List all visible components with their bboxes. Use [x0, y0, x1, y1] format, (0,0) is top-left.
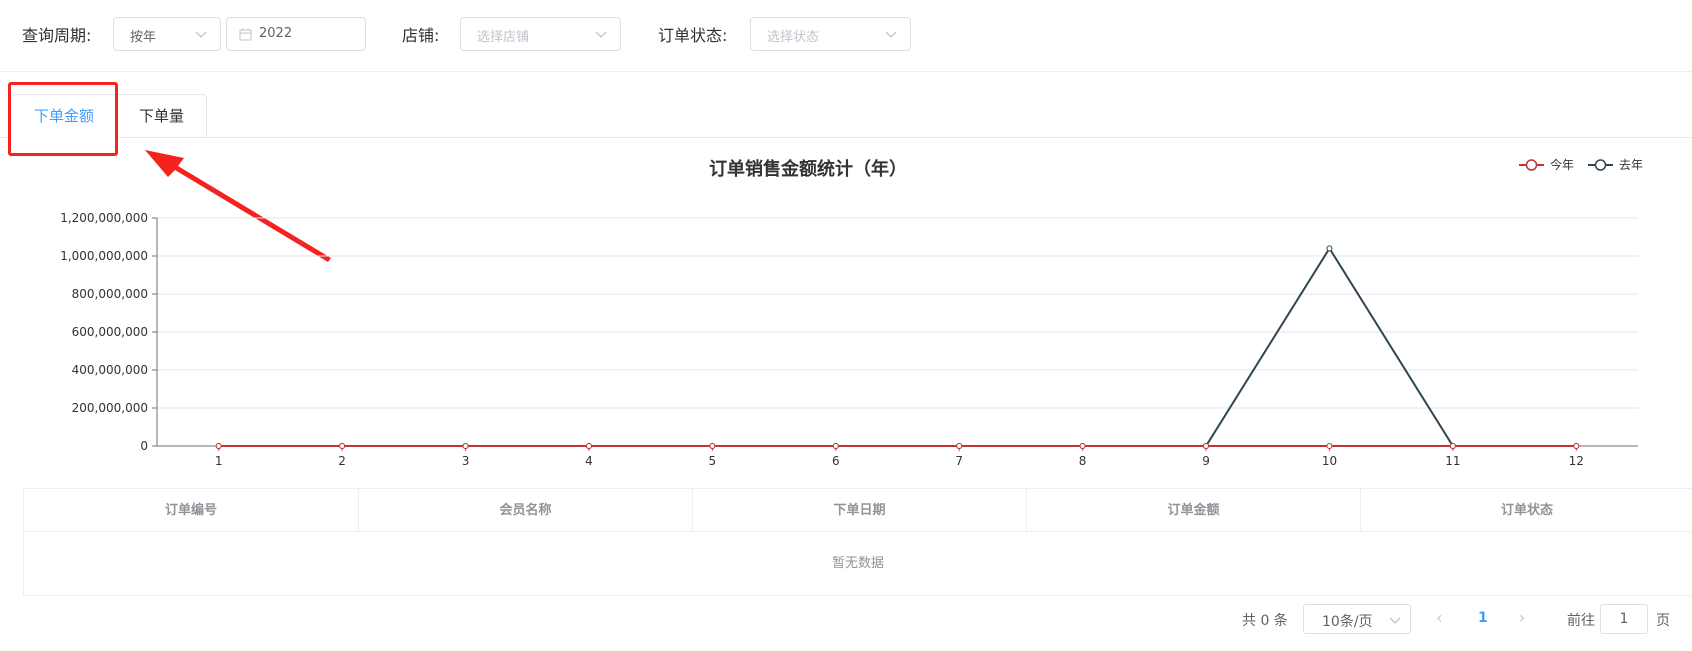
y-tick-label: 1,200,000,000 — [60, 211, 148, 225]
x-tick-label: 11 — [1445, 454, 1460, 468]
y-tick-label: 800,000,000 — [72, 287, 148, 301]
chart-series — [215, 245, 1580, 449]
store-label: 店铺: — [402, 26, 440, 45]
legend-marker — [1525, 159, 1538, 171]
data-point — [215, 443, 222, 449]
x-tick-label: 3 — [462, 454, 470, 468]
x-tick-label: 12 — [1569, 454, 1584, 468]
data-point — [339, 443, 346, 449]
store-select-placeholder: 选择店铺 — [477, 30, 530, 45]
orders-table: 订单编号 会员名称 下单日期 订单金额 订单状态 暂无数据 — [23, 488, 1692, 596]
data-point — [1079, 443, 1086, 449]
page-size-value: 10条/页 — [1322, 614, 1373, 630]
x-tick-label: 4 — [585, 454, 593, 468]
page-size-select[interactable]: 10条/页 — [1303, 604, 1411, 634]
x-tick-label: 8 — [1079, 454, 1087, 468]
x-tick-label: 10 — [1322, 454, 1337, 468]
column-header-order-no[interactable]: 订单编号 — [24, 489, 359, 532]
next-page-button[interactable]: › — [1519, 608, 1525, 638]
x-tick-label: 7 — [955, 454, 963, 468]
pagination-total: 共 0 条 — [1242, 613, 1288, 629]
store-select[interactable]: 选择店铺 — [460, 17, 621, 51]
table-empty-text: 暂无数据 — [831, 556, 884, 571]
data-point — [1326, 443, 1333, 449]
data-point — [1573, 443, 1580, 449]
x-tick-label: 2 — [338, 454, 346, 468]
x-tick-label: 9 — [1202, 454, 1210, 468]
column-header-order-status[interactable]: 订单状态 — [1361, 489, 1692, 532]
goto-page-input[interactable]: 1 — [1600, 604, 1648, 634]
x-tick-label: 5 — [709, 454, 717, 468]
data-point — [1203, 443, 1210, 449]
y-tick-label: 600,000,000 — [72, 325, 148, 339]
chevron-down-icon — [1389, 617, 1401, 624]
x-tick-label: 6 — [832, 454, 840, 468]
y-tick-label: 200,000,000 — [72, 401, 148, 415]
data-point — [585, 443, 592, 449]
y-tick-label: 1,000,000,000 — [60, 249, 148, 263]
goto-label: 前往 — [1567, 613, 1595, 629]
status-label: 订单状态: — [658, 26, 728, 45]
chart-svg: 订单销售金额统计（年） 今年 去年 0 200,000,000 400,000,000… — [60, 157, 1643, 468]
data-point — [832, 443, 839, 449]
chart-x-axis: 1 2 3 4 5 6 7 8 9 10 11 12 — [215, 446, 1584, 468]
chart-y-axis: 0 200,000,000 400,000,000 600,000,000 800,00… — [60, 211, 158, 453]
data-point — [1326, 245, 1333, 252]
y-tick-label: 400,000,000 — [72, 363, 148, 377]
column-header-order-date[interactable]: 下单日期 — [693, 489, 1027, 532]
data-point — [956, 443, 963, 449]
data-point — [709, 443, 716, 449]
column-header-order-amount[interactable]: 订单金额 — [1027, 489, 1361, 532]
legend-label: 今年 — [1550, 157, 1574, 172]
sales-amount-chart: 订单销售金额统计（年） 今年 去年 0 200,000,000 400,000,000… — [0, 150, 1692, 470]
x-tick-label: 1 — [215, 454, 223, 468]
data-point — [1449, 443, 1456, 449]
prev-page-button[interactable]: ‹ — [1436, 608, 1442, 638]
series-line — [218, 246, 1577, 447]
chart-title: 订单销售金额统计（年） — [709, 158, 907, 180]
page-number-current[interactable]: 1 — [1478, 610, 1488, 640]
chevron-down-icon — [885, 31, 897, 38]
chart-legend: 今年 去年 — [1519, 157, 1643, 172]
y-tick-label: 0 — [140, 439, 148, 453]
chevron-down-icon — [595, 31, 607, 38]
legend-label: 去年 — [1619, 158, 1643, 172]
legend-marker — [1594, 159, 1607, 171]
goto-suffix: 页 — [1656, 613, 1670, 629]
chart-grid — [157, 217, 1638, 447]
data-point — [462, 443, 469, 449]
status-select-placeholder: 选择状态 — [767, 30, 820, 45]
status-select[interactable]: 选择状态 — [750, 17, 911, 51]
table-header: 订单编号 会员名称 下单日期 订单金额 订单状态 — [24, 489, 1692, 532]
column-header-member-name[interactable]: 会员名称 — [359, 489, 693, 532]
